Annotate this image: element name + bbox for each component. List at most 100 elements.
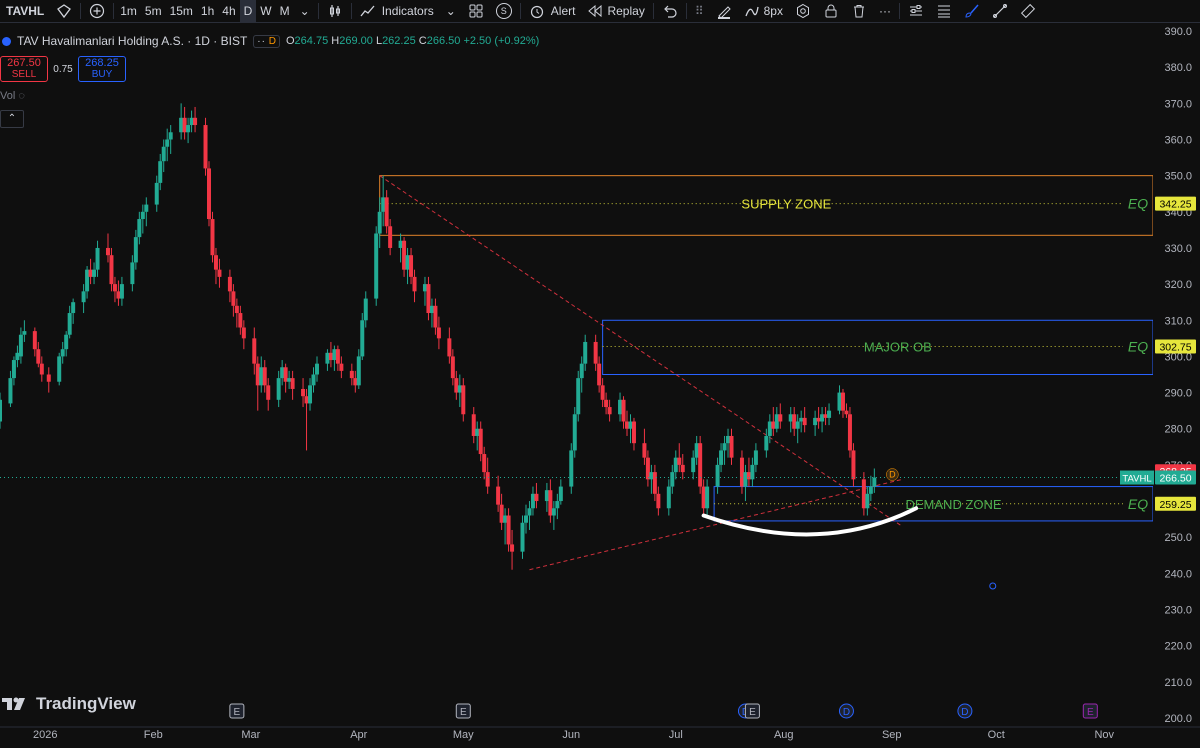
candle-body [454,378,459,393]
eye-off-icon[interactable]: ◌ [18,90,25,102]
candle-body [461,385,466,415]
volume-legend[interactable]: Vol ◌ [0,90,25,102]
interval-1m[interactable]: 1m [116,0,141,22]
candle-body [238,313,243,328]
drag-handle-icon[interactable]: ⠿ [689,0,710,22]
pen-icon[interactable] [710,0,738,22]
candle-body [349,370,354,379]
candle-body [377,211,382,234]
candle-body [813,417,818,426]
candle-body [67,313,72,335]
measure-icon[interactable] [1014,0,1042,22]
candle-body [429,305,434,314]
interval-dropdown-icon[interactable]: ⌄ [294,0,316,22]
candle-body [827,410,832,418]
indicators-button[interactable]: Indicators [354,0,440,22]
candle-body [252,338,257,364]
lock-icon[interactable] [817,0,845,22]
candle-body [823,414,828,418]
more-icon[interactable]: ··· [873,0,897,22]
line-width-button[interactable]: 8px [738,0,789,22]
interval-4h[interactable]: 4h [218,0,239,22]
zone-eq-price: 342.25 [1159,199,1191,211]
candle-body [22,331,27,335]
earnings-marker-label: E [460,707,467,718]
earnings-marker-label: E [234,707,241,718]
tradingview-mark-icon [2,697,25,710]
trendline [529,478,903,571]
interval-1h[interactable]: 1h [197,0,218,22]
candle-body [802,417,807,426]
brush-icon[interactable] [958,0,986,22]
interval-w[interactable]: W [256,0,275,22]
buy-button[interactable]: 268.25 BUY [78,56,126,82]
legend-title[interactable]: TAV Havalimanlari Holding A.S. · 1D · BI… [17,34,247,48]
candle-body [820,414,825,422]
dollar-badge[interactable]: S [490,0,518,22]
settings-icon[interactable] [789,0,817,22]
candles-type-icon[interactable] [321,0,349,22]
candle-body [670,472,675,487]
zone-eq-label: EQ [1128,338,1148,354]
candle-body [530,493,535,509]
candle-body [499,504,504,523]
candle-body [719,450,724,465]
interval-group: 1m 5m 15m 1h 4h D W M [116,0,293,22]
indicators-label: Indicators [381,4,434,18]
object-tree-icon[interactable] [902,0,930,22]
ohlc-values: O264.75 H269.00 L262.25 C266.50 +2.50 (+… [285,35,540,47]
legend-pill[interactable]: ·· D [253,34,280,48]
ruler-icon[interactable] [986,0,1014,22]
compare-icon[interactable] [50,0,78,22]
add-symbol-icon[interactable] [83,0,111,22]
interval-15m[interactable]: 15m [166,0,197,22]
candle-body [475,428,480,436]
price-chart[interactable]: SUPPLY ZONE EQ MAJOR OB EQ DEMAND ZONE EQ D 2… [0,0,1200,748]
undo-icon[interactable] [656,0,684,22]
trash-icon[interactable] [845,0,873,22]
candle-body [799,417,804,422]
time-tick-label: May [453,729,474,741]
indicators-dropdown-icon[interactable]: ⌄ [440,0,462,22]
candle-body [46,374,51,382]
candle-body [774,414,779,429]
zone-layer: SUPPLY ZONE EQ MAJOR OB EQ DEMAND ZONE EQ [379,175,1154,522]
candle-body [478,428,483,455]
candle-body [618,399,623,415]
candle-body [168,132,173,140]
candle-body [865,493,870,509]
marker-circle [989,582,997,590]
replay-button[interactable]: Replay [581,0,650,22]
candle-body [266,385,271,400]
sell-button[interactable]: 267.50 SELL [0,56,48,82]
candle-body [457,385,462,393]
candle-body [788,414,793,422]
horizontal-lines-icon[interactable] [930,0,958,22]
tradingview-logo[interactable]: TradingView [2,694,136,714]
candle-body [95,247,100,270]
candle-body [544,490,549,502]
candle-body [645,457,650,480]
divider [317,3,319,19]
spread-value: 0.75 [53,63,73,75]
candle-body [112,284,117,292]
interval-5m[interactable]: 5m [141,0,166,22]
candle-body [119,284,124,299]
candle-body [583,341,588,364]
symbol-search[interactable]: TAVHL [0,0,50,22]
interval-d[interactable]: D [239,0,257,22]
candle-body [729,435,734,458]
candle-body [109,255,114,285]
layout-grid-icon[interactable] [462,0,490,22]
interval-m[interactable]: M [276,0,294,22]
candle-body [792,414,797,429]
time-axis[interactable]: 2026 Feb Mar Apr May Jun Jul Aug Sep Oct Nov [0,726,1200,748]
candle-body [666,486,671,509]
price-tick-label: 210.0 [1164,677,1192,689]
candle-body [409,255,414,277]
last-price-label: 266.50 [1159,473,1191,485]
alert-button[interactable]: Alert [523,0,582,22]
candle-body [447,338,452,357]
candle-body [311,374,316,386]
collapse-legend-button[interactable]: ⌃ [0,110,24,128]
